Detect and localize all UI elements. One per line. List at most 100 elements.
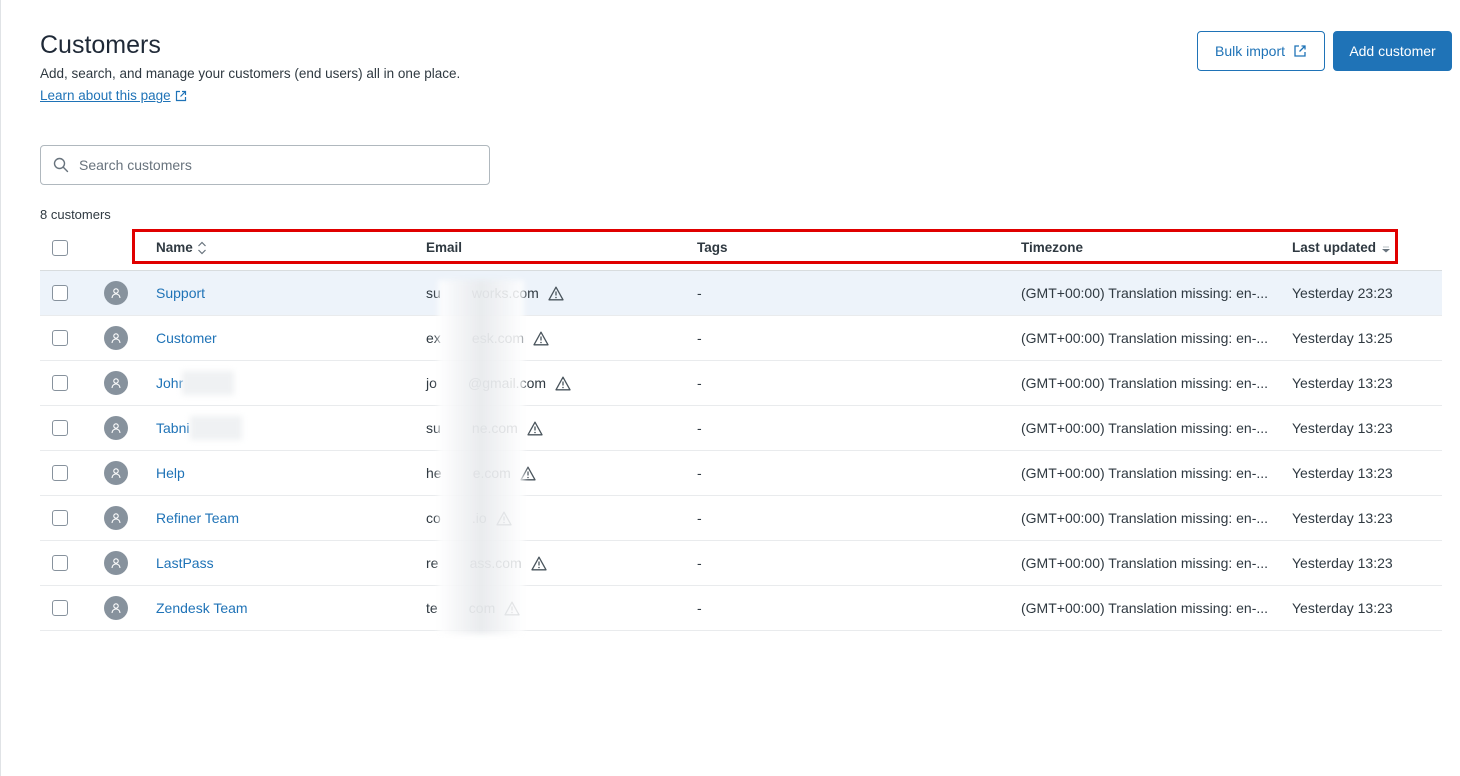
page-title: Customers — [40, 31, 161, 59]
column-last-updated-label: Last updated — [1292, 240, 1377, 255]
row-checkbox[interactable] — [52, 285, 68, 301]
customer-email: he e.com — [426, 465, 511, 481]
customer-timezone: (GMT+00:00) Translation missing: en-... — [1021, 555, 1269, 571]
learn-about-page-link[interactable]: Learn about this page — [40, 88, 460, 103]
avatar — [104, 596, 128, 620]
customer-name-link[interactable]: Johr — [156, 375, 183, 391]
customer-email: co .io — [426, 510, 487, 526]
avatar — [104, 506, 128, 530]
column-header-last-updated[interactable]: Last updated — [1292, 225, 1392, 270]
warning-icon[interactable] — [504, 601, 520, 616]
select-all-checkbox[interactable] — [52, 239, 68, 256]
redacted-name-blur — [182, 371, 234, 395]
customer-email: te com — [426, 600, 496, 616]
row-checkbox[interactable] — [52, 465, 68, 481]
page-left-border — [0, 0, 1, 776]
customer-name-link[interactable]: Customer — [156, 330, 217, 346]
column-header-name[interactable]: Name — [156, 225, 207, 270]
warning-icon[interactable] — [496, 511, 512, 526]
table-row[interactable]: Refiner Team co .io - (GMT+00:00) Transl… — [40, 496, 1442, 541]
customer-email: su works.com — [426, 285, 539, 301]
customer-count: 8 customers — [40, 207, 111, 222]
table-row[interactable]: Customer ex esk.com - (GMT+00:00) Transl… — [40, 316, 1442, 361]
user-icon — [111, 513, 121, 524]
external-link-icon — [1294, 45, 1306, 57]
customer-name-link[interactable]: Help — [156, 465, 185, 481]
customer-email: jo @gmail.com — [426, 375, 547, 391]
customer-timezone: (GMT+00:00) Translation missing: en-... — [1021, 465, 1269, 481]
sort-icon[interactable] — [197, 241, 207, 255]
customer-email: re ass.com — [426, 555, 522, 571]
customer-name-link[interactable]: Tabni — [156, 420, 189, 436]
sort-descending-icon[interactable] — [1380, 242, 1392, 254]
customer-name-link[interactable]: Support — [156, 285, 205, 301]
search-icon — [53, 157, 69, 173]
customer-name-link[interactable]: Refiner Team — [156, 510, 239, 526]
bulk-import-button[interactable]: Bulk import — [1197, 31, 1325, 71]
row-checkbox[interactable] — [52, 600, 68, 616]
warning-icon[interactable] — [520, 466, 536, 481]
customer-name-link[interactable]: Zendesk Team — [156, 600, 248, 616]
avatar — [104, 371, 128, 395]
avatar — [104, 326, 128, 350]
table-body: Support su works.com - (GMT+00:00) Trans… — [40, 271, 1442, 631]
customer-last-updated: Yesterday 23:23 — [1292, 285, 1393, 301]
row-checkbox[interactable] — [52, 510, 68, 526]
user-icon — [111, 333, 121, 344]
warning-icon[interactable] — [548, 286, 564, 301]
customer-timezone: (GMT+00:00) Translation missing: en-... — [1021, 510, 1269, 526]
customer-last-updated: Yesterday 13:23 — [1292, 465, 1393, 481]
warning-icon[interactable] — [533, 331, 549, 346]
customer-last-updated: Yesterday 13:23 — [1292, 510, 1393, 526]
table-row[interactable]: Tabni su ne.com - (GMT+00:00) Translatio… — [40, 406, 1442, 451]
redacted-name-blur — [190, 416, 242, 440]
add-customer-button[interactable]: Add customer — [1333, 31, 1452, 71]
user-icon — [111, 288, 121, 299]
column-name-label: Name — [156, 240, 193, 255]
external-link-icon — [175, 90, 186, 101]
customer-timezone: (GMT+00:00) Translation missing: en-... — [1021, 600, 1269, 616]
user-icon — [111, 378, 121, 389]
table-row[interactable]: Zendesk Team te com - (GMT+00:00) Transl… — [40, 586, 1442, 631]
customer-tags: - — [697, 465, 702, 481]
row-checkbox[interactable] — [52, 555, 68, 571]
table-row[interactable]: Help he e.com - (GMT+00:00) Translation … — [40, 451, 1442, 496]
customer-tags: - — [697, 555, 702, 571]
customer-last-updated: Yesterday 13:23 — [1292, 555, 1393, 571]
customer-last-updated: Yesterday 13:23 — [1292, 600, 1393, 616]
search-input[interactable] — [77, 156, 461, 174]
table-row[interactable]: Support su works.com - (GMT+00:00) Trans… — [40, 271, 1442, 316]
customer-tags: - — [697, 600, 702, 616]
customer-timezone: (GMT+00:00) Translation missing: en-... — [1021, 285, 1269, 301]
column-header-email: Email — [426, 240, 463, 255]
customer-tags: - — [697, 420, 702, 436]
table-row[interactable]: Johr jo @gmail.com - (GMT+00:00) Transla… — [40, 361, 1442, 406]
search-box[interactable] — [40, 145, 490, 185]
warning-icon[interactable] — [555, 376, 571, 391]
customer-tags: - — [697, 330, 702, 346]
table-row[interactable]: LastPass re ass.com - (GMT+00:00) Transl… — [40, 541, 1442, 586]
user-icon — [111, 468, 121, 479]
row-checkbox[interactable] — [52, 330, 68, 346]
row-checkbox[interactable] — [52, 375, 68, 391]
user-icon — [111, 558, 121, 569]
header-actions: Bulk import Add customer — [1197, 31, 1452, 71]
customer-timezone: (GMT+00:00) Translation missing: en-... — [1021, 375, 1269, 391]
avatar — [104, 416, 128, 440]
warning-icon[interactable] — [531, 556, 547, 571]
row-checkbox[interactable] — [52, 420, 68, 436]
customer-tags: - — [697, 510, 702, 526]
avatar — [104, 461, 128, 485]
user-icon — [111, 603, 121, 614]
customer-email: ex esk.com — [426, 330, 525, 346]
customer-email: su ne.com — [426, 420, 518, 436]
warning-icon[interactable] — [527, 421, 543, 436]
bulk-import-label: Bulk import — [1214, 43, 1286, 59]
page-header: Customers Add, search, and manage your c… — [40, 30, 460, 103]
customer-name-link[interactable]: LastPass — [156, 555, 214, 571]
customers-table: Name Email Tags Timezone Last updated Su… — [40, 225, 1442, 631]
table-header: Name Email Tags Timezone Last updated — [40, 225, 1442, 271]
column-header-tags: Tags — [697, 240, 728, 255]
learn-link-label: Learn about this page — [40, 88, 171, 103]
avatar — [104, 551, 128, 575]
